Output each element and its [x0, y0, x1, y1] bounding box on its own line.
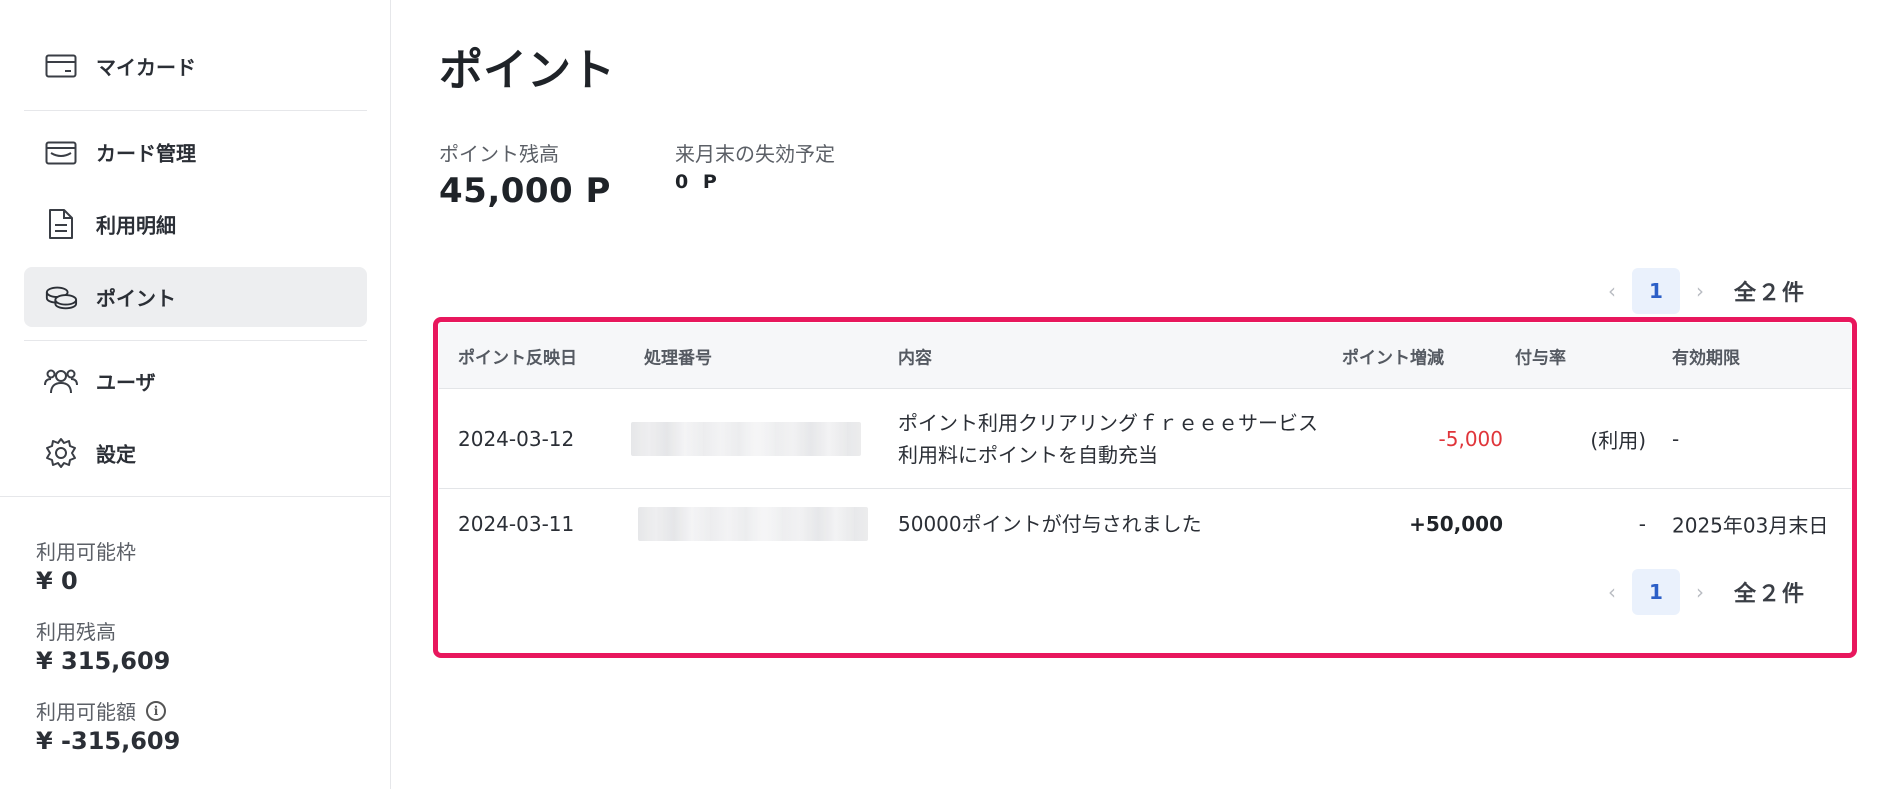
- divider: [24, 110, 367, 111]
- row-change: +50,000: [1409, 512, 1503, 536]
- usage-balance: 利用残高 ¥ 315,609: [36, 616, 170, 675]
- gear-icon: [44, 436, 78, 470]
- page-1-button[interactable]: 1: [1632, 268, 1680, 314]
- points-table: ポイント反映日 処理番号 内容 ポイント増減 付与率 有効期限 2024-03-…: [439, 323, 1851, 559]
- available-limit: 利用可能枠 ¥ 0: [36, 536, 136, 595]
- page-title: ポイント: [439, 45, 615, 96]
- row-content: ポイント利用クリアリングｆｒｅｅｅサービス利用料にポイントを自動充当: [898, 410, 1318, 467]
- row-number-redacted: [631, 421, 861, 456]
- sidebar-item-points[interactable]: ポイント: [24, 267, 367, 327]
- sidebar-item-settings[interactable]: 設定: [24, 423, 367, 483]
- page-1-button[interactable]: 1: [1632, 569, 1680, 615]
- sidebar-item-label: 設定: [96, 442, 136, 467]
- next-page-button[interactable]: ›: [1680, 580, 1720, 604]
- header-number: 処理番号: [644, 348, 712, 368]
- expiring-points: 来月末の失効予定 0 P: [675, 138, 835, 193]
- row-date: 2024-03-12: [458, 426, 575, 451]
- row-date: 2024-03-11: [458, 512, 575, 536]
- point-balance: ポイント残高 45,000 P: [439, 138, 611, 211]
- sidebar-item-card-management[interactable]: カード管理: [24, 122, 367, 182]
- pagination-top: ‹ 1 › 全２件: [1592, 268, 1806, 314]
- available-amount-label-row: 利用可能額 i: [36, 696, 180, 725]
- document-icon: [44, 207, 78, 241]
- row-rate: -: [1638, 512, 1646, 536]
- point-balance-label: ポイント残高: [439, 142, 559, 166]
- available-limit-value: ¥ 0: [36, 567, 78, 595]
- divider: [24, 340, 367, 341]
- header-expiry: 有効期限: [1672, 348, 1740, 368]
- table-row[interactable]: 2024-03-12 ポイント利用クリアリングｆｒｅｅｅサービス利用料にポイント…: [439, 389, 1851, 489]
- usage-balance-value: ¥ 315,609: [36, 647, 171, 675]
- sidebar-item-users[interactable]: ユーザ: [24, 351, 367, 411]
- table-row[interactable]: 2024-03-11 50000ポイントが付与されました +50,000 - 2…: [439, 489, 1851, 559]
- prev-page-button[interactable]: ‹: [1592, 279, 1632, 303]
- next-page-button[interactable]: ›: [1680, 279, 1720, 303]
- header-date: ポイント反映日: [458, 348, 577, 368]
- row-content: 50000ポイントが付与されました: [898, 512, 1202, 536]
- prev-page-button[interactable]: ‹: [1592, 580, 1632, 604]
- total-count: 全２件: [1734, 281, 1807, 306]
- header-change: ポイント増減: [1342, 348, 1444, 368]
- sidebar-item-label: ポイント: [96, 286, 176, 311]
- sidebar-item-label: マイカード: [96, 55, 196, 80]
- available-amount: 利用可能額 i ¥ -315,609: [36, 696, 180, 755]
- wallet-icon: [44, 135, 78, 169]
- usage-balance-label: 利用残高: [36, 620, 116, 644]
- pagination-bottom: ‹ 1 › 全２件: [1592, 569, 1806, 615]
- sidebar-item-label: カード管理: [96, 141, 196, 166]
- sidebar-item-statements[interactable]: 利用明細: [24, 194, 367, 254]
- row-change: -5,000: [1438, 426, 1503, 451]
- table-header: ポイント反映日 処理番号 内容 ポイント増減 付与率 有効期限: [439, 323, 1851, 389]
- expiring-points-label: 来月末の失効予定: [675, 142, 835, 166]
- available-limit-label: 利用可能枠: [36, 540, 136, 564]
- sidebar: マイカード カード管理 利用明細 ポイント ユーザ 設定 利用可能枠 ¥ 0 利…: [0, 0, 391, 789]
- point-balance-value: 45,000 P: [439, 171, 611, 211]
- header-rate: 付与率: [1515, 348, 1566, 368]
- row-rate: (利用): [1590, 428, 1646, 452]
- row-expiry: 2025年03月末日: [1672, 513, 1829, 538]
- sidebar-item-label: ユーザ: [96, 370, 156, 395]
- card-icon: [44, 49, 78, 83]
- sidebar-item-label: 利用明細: [96, 213, 176, 238]
- header-content: 内容: [898, 348, 932, 368]
- sidebar-item-my-card[interactable]: マイカード: [24, 36, 367, 96]
- coins-icon: [44, 280, 78, 314]
- divider: [0, 496, 391, 497]
- users-icon: [44, 364, 78, 398]
- expiring-points-value: 0 P: [675, 171, 721, 193]
- row-expiry: -: [1672, 426, 1680, 451]
- info-icon[interactable]: i: [146, 700, 166, 721]
- available-amount-label: 利用可能額: [36, 700, 136, 724]
- available-amount-value: ¥ -315,609: [36, 727, 181, 755]
- total-count: 全２件: [1734, 582, 1807, 607]
- row-number-redacted: [638, 507, 868, 541]
